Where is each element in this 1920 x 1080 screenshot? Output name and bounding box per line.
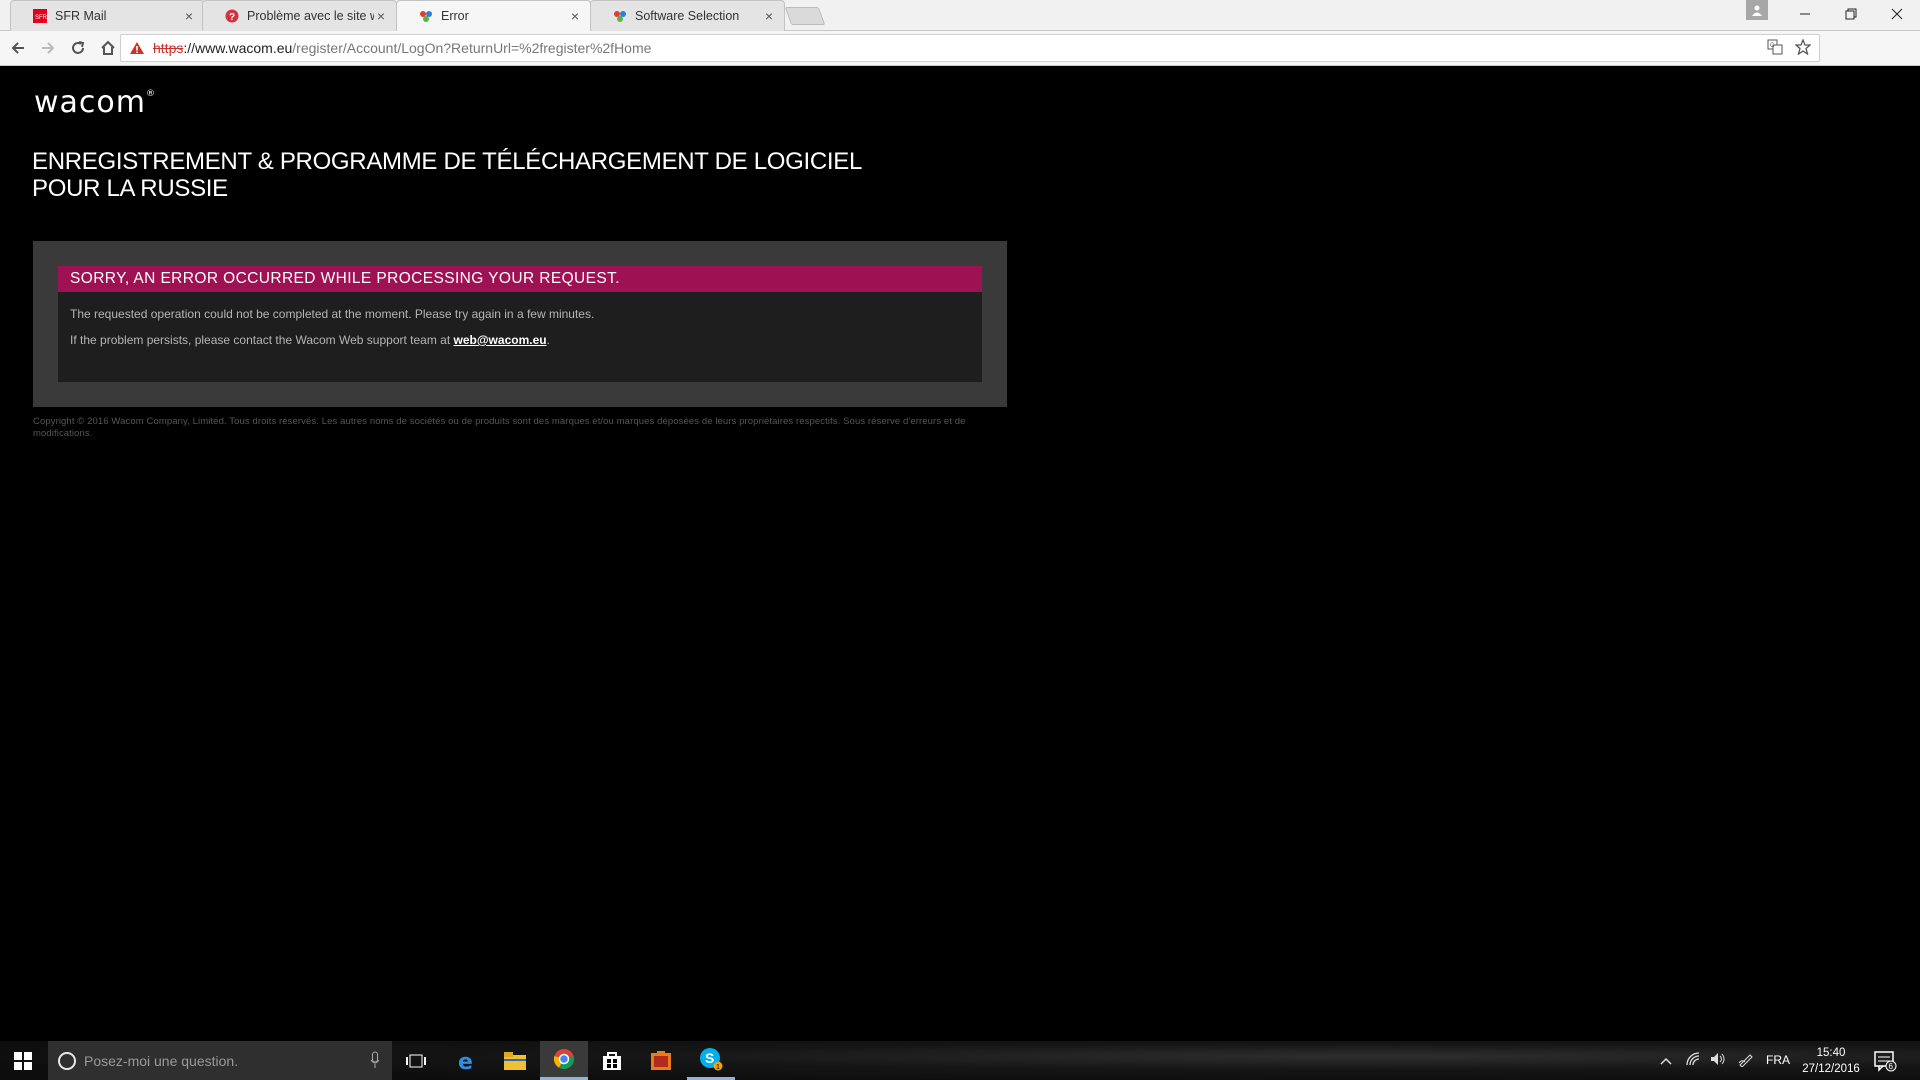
window-controls <box>1746 0 1920 31</box>
wacom-favicon <box>613 9 627 23</box>
page-title: ENREGISTREMENT & PROGRAMME DE TÉLÉCHARGE… <box>32 148 892 202</box>
tab-probleme[interactable]: ? Problème avec le site wa × <box>202 0 397 31</box>
clock-date: 27/12/2016 <box>1802 1063 1860 1075</box>
error-message: The requested operation could not be com… <box>70 307 595 321</box>
notification-count: 6 <box>1889 1062 1894 1071</box>
close-icon[interactable]: × <box>374 8 388 24</box>
restore-button[interactable] <box>1828 0 1874 28</box>
pen-ink-icon[interactable] <box>1738 1051 1754 1070</box>
store-icon[interactable] <box>588 1041 636 1080</box>
browser-tab-strip: SFR SFR Mail × ? Problème avec le site w… <box>0 0 1920 31</box>
search-placeholder: Posez-moi une question. <box>84 1052 239 1069</box>
bookmark-star-icon[interactable] <box>1794 38 1812 58</box>
translate-icon[interactable]: G <box>1767 39 1783 58</box>
web-page: wacom® ENREGISTREMENT & PROGRAMME DE TÉL… <box>0 67 1920 1041</box>
registered-mark: ® <box>146 89 156 99</box>
svg-text:S: S <box>705 1050 714 1066</box>
back-button[interactable] <box>6 36 30 60</box>
sfr-mail-favicon: SFR <box>33 9 47 23</box>
not-secure-warning-icon[interactable] <box>129 40 145 56</box>
error-heading: SORRY, AN ERROR OCCURRED WHILE PROCESSIN… <box>58 266 982 292</box>
close-window-button[interactable] <box>1874 0 1920 28</box>
network-icon[interactable] <box>1686 1052 1700 1069</box>
file-explorer-icon[interactable] <box>491 1041 539 1080</box>
logo-text: wacom <box>34 85 146 120</box>
question-favicon: ? <box>225 9 239 23</box>
windows-taskbar: Posez-moi une question. e S1 FRA 15:40 2… <box>0 1041 1920 1080</box>
edge-browser-icon[interactable]: e <box>443 1041 491 1080</box>
copyright-notice: Copyright © 2016 Wacom Company, Limited.… <box>33 416 966 439</box>
omnibox-actions: G <box>1767 38 1812 58</box>
tab-sfr-mail[interactable]: SFR SFR Mail × <box>10 0 205 31</box>
svg-text:e: e <box>458 1050 473 1072</box>
svg-text:SFR: SFR <box>35 15 47 21</box>
task-view-icon[interactable] <box>392 1041 440 1080</box>
volume-icon[interactable] <box>1710 1052 1726 1069</box>
wacom-favicon <box>419 9 433 23</box>
tab-title: SFR Mail <box>55 9 107 23</box>
clock[interactable]: 15:40 27/12/2016 <box>1796 1045 1866 1077</box>
input-language[interactable]: FRA <box>1766 1053 1790 1067</box>
error-contact-suffix: . <box>546 333 550 347</box>
svg-text:G: G <box>1770 43 1775 49</box>
tab-title: Software Selection <box>635 9 740 23</box>
chrome-icon[interactable] <box>540 1041 588 1080</box>
error-panel: SORRY, AN ERROR OCCURRED WHILE PROCESSIN… <box>33 241 1007 407</box>
system-tray <box>1660 1041 1754 1080</box>
forward-button[interactable] <box>36 36 60 60</box>
error-contact: If the problem persists, please contact … <box>58 333 982 347</box>
action-center-icon[interactable]: 6 <box>1874 1050 1898 1072</box>
profile-icon[interactable] <box>1746 0 1768 20</box>
home-button[interactable] <box>96 36 120 60</box>
browser-toolbar: https://www.wacom.eu/register/Account/Lo… <box>0 31 1920 86</box>
close-icon[interactable]: × <box>762 8 776 24</box>
error-box: SORRY, AN ERROR OCCURRED WHILE PROCESSIN… <box>58 266 982 382</box>
skype-icon[interactable]: S1 <box>687 1041 735 1080</box>
tab-title: Error <box>441 9 469 23</box>
reload-button[interactable] <box>66 36 90 60</box>
close-icon[interactable]: × <box>568 8 582 24</box>
microphone-icon[interactable] <box>370 1051 380 1069</box>
page-title-line2: POUR LA RUSSIE <box>32 175 228 202</box>
cortana-icon <box>58 1051 76 1070</box>
start-button[interactable] <box>0 1041 46 1080</box>
cortana-search-box[interactable]: Posez-moi une question. <box>48 1041 392 1080</box>
minimize-button[interactable] <box>1782 0 1828 28</box>
url-scheme: https <box>153 40 184 56</box>
skype-badge: 1 <box>716 1064 720 1071</box>
url-path: /register/Account/LogOn?ReturnUrl=%2freg… <box>292 40 652 56</box>
chevron-up-icon[interactable] <box>1660 1054 1672 1068</box>
svg-text:?: ? <box>229 12 235 23</box>
url-host: ://www.wacom.eu <box>183 40 293 56</box>
tab-error[interactable]: Error × <box>396 0 591 31</box>
windows-logo-icon <box>14 1051 32 1070</box>
clock-time: 15:40 <box>1816 1047 1846 1059</box>
wacom-logo[interactable]: wacom® <box>34 85 156 120</box>
page-title-line1: ENREGISTREMENT & PROGRAMME DE TÉLÉCHARGE… <box>32 148 863 175</box>
error-contact-prefix: If the problem persists, please contact … <box>70 333 454 347</box>
address-bar[interactable]: https://www.wacom.eu/register/Account/Lo… <box>120 34 1820 62</box>
close-icon[interactable]: × <box>182 8 196 24</box>
support-email-link[interactable]: web@wacom.eu <box>454 333 547 347</box>
tab-title: Problème avec le site wa <box>247 9 374 23</box>
new-tab-button[interactable] <box>784 7 826 25</box>
tab-software-selection[interactable]: Software Selection × <box>590 0 785 31</box>
app-icon[interactable] <box>637 1041 685 1080</box>
